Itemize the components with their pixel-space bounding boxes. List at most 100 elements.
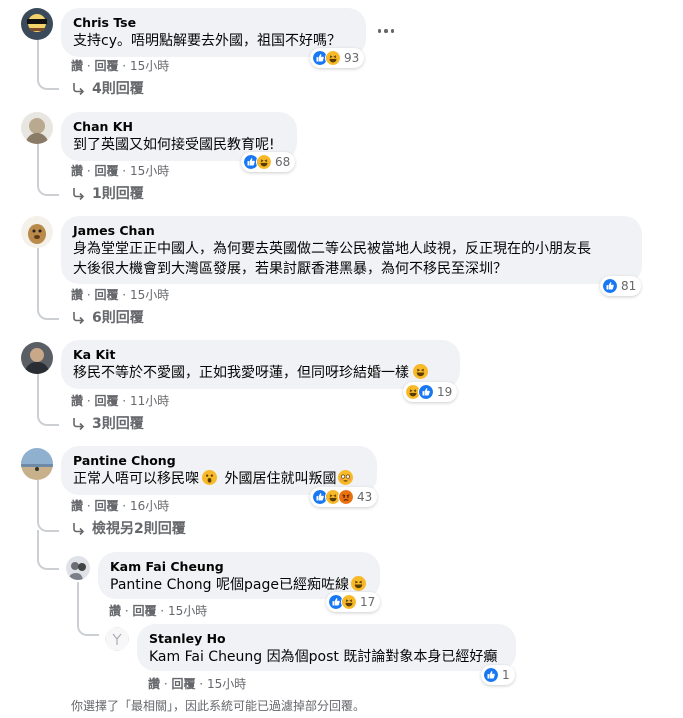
like-link[interactable]: 讚 <box>148 677 160 691</box>
like-icon <box>418 384 434 400</box>
reply-text-content: 呢個page已經痴咗線 <box>216 577 349 593</box>
avatar[interactable] <box>105 627 129 651</box>
thread-line <box>77 582 99 636</box>
reply-author[interactable]: Stanley Ho <box>149 631 504 647</box>
view-replies-label: 6則回覆 <box>92 310 144 326</box>
reply-bubble: Stanley Ho Kam Fai Cheung 因為個post 既討論對象本… <box>137 624 516 671</box>
like-link[interactable]: 讚 <box>71 59 83 73</box>
reply-arrow-icon <box>73 523 85 536</box>
avatar[interactable] <box>66 556 90 580</box>
comment-actions: 讚 · 回覆 · 15小時 <box>71 288 170 302</box>
reply-actions: 讚 · 回覆 · 15小時 <box>148 677 247 691</box>
comment-text-content: 移民不等於不愛國，正如我愛呀蓮，但同呀珍結婚一樣 <box>73 365 409 381</box>
thread-line <box>37 374 59 426</box>
reaction-summary[interactable]: 93 <box>310 48 365 68</box>
reaction-count: 43 <box>357 490 373 504</box>
reaction-count: 93 <box>344 51 360 65</box>
reply-link[interactable]: 回覆 <box>94 394 118 408</box>
timestamp[interactable]: 15小時 <box>130 288 169 302</box>
laughing-emoji-icon <box>350 576 366 591</box>
view-replies-link[interactable]: 1則回覆 <box>72 185 144 203</box>
timestamp[interactable]: 15小時 <box>207 677 246 691</box>
reaction-count: 68 <box>275 155 291 169</box>
comment-text: 移民不等於不愛國，正如我愛呀蓮，但同呀珍結婚一樣 <box>73 363 448 383</box>
reaction-summary[interactable]: 68 <box>241 152 296 172</box>
timestamp[interactable]: 16小時 <box>130 499 169 513</box>
reply-actions: 讚 · 回覆 · 15小時 <box>109 604 208 618</box>
view-replies-label: 1則回覆 <box>92 186 144 202</box>
comment-text: 支持cy。唔明點解要去外國，祖国不好嗎？ <box>73 33 341 49</box>
comment-text-part-2: 外國居住就叫叛國 <box>224 471 337 487</box>
avatar[interactable] <box>21 342 53 374</box>
avatar[interactable] <box>21 8 53 40</box>
reply-author[interactable]: Kam Fai Cheung <box>110 559 368 575</box>
avatar[interactable] <box>21 112 53 144</box>
filter-note: 你選擇了「最相關」，因此系統可能已過濾掉部分回覆。 <box>71 699 366 713</box>
like-link[interactable]: 讚 <box>71 394 83 408</box>
view-replies-link[interactable]: 6則回覆 <box>72 309 144 327</box>
timestamp[interactable]: 15小時 <box>168 604 207 618</box>
reaction-summary[interactable]: 81 <box>600 276 642 296</box>
reply-arrow-icon <box>73 418 85 431</box>
reply-link[interactable]: 回覆 <box>94 499 118 513</box>
reply-link[interactable]: 回覆 <box>94 288 118 302</box>
thread-line <box>37 144 59 196</box>
view-more-replies-link[interactable]: 檢視另2則回覆 <box>72 520 186 538</box>
timestamp[interactable]: 15小時 <box>130 164 169 178</box>
comment-author[interactable]: James Chan <box>73 223 630 239</box>
haha-icon <box>341 594 357 610</box>
reaction-count: 81 <box>621 279 637 293</box>
reply-link[interactable]: 回覆 <box>94 164 118 178</box>
reply-link[interactable]: 回覆 <box>132 604 156 618</box>
reply-arrow-icon <box>73 83 85 96</box>
timestamp[interactable]: 11小時 <box>130 394 169 408</box>
comment-text-line-1: 身為堂堂正正中國人，為何要去英國做二等公民被當地人歧視，反正現在的小朋友長 <box>73 241 591 257</box>
comment-actions: 讚 · 回覆 · 15小時 <box>71 164 170 178</box>
haha-icon <box>325 50 341 66</box>
comment-author[interactable]: Pantine Chong <box>73 453 365 469</box>
comment-text-line-2: 大後很大機會到大灣區發展，若果討厭香港黑暴，為何不移民至深圳？ <box>73 261 507 277</box>
reply-text-content: 因為個post 既討論對象本身已經好癲 <box>266 649 498 665</box>
reaction-count: 17 <box>360 595 376 609</box>
comment-actions: 讚 · 回覆 · 11小時 <box>71 394 170 408</box>
angry-icon <box>338 489 354 505</box>
like-link[interactable]: 讚 <box>109 604 121 618</box>
like-link[interactable]: 讚 <box>71 164 83 178</box>
view-replies-label: 4則回覆 <box>92 81 144 97</box>
thread-line <box>37 480 59 532</box>
like-link[interactable]: 讚 <box>71 288 83 302</box>
reaction-summary[interactable]: 17 <box>326 592 381 612</box>
comment-author[interactable]: Chris Tse <box>73 15 354 31</box>
mentioned-user[interactable]: Kam Fai Cheung <box>149 649 262 665</box>
comment-text: 正常人唔可以移民㗎 外國居住就叫叛國 <box>73 469 365 489</box>
comment-actions: 讚 · 回覆 · 15小時 <box>71 59 170 73</box>
reply-arrow-icon <box>73 312 85 325</box>
comment-text-part-1: 正常人唔可以移民㗎 <box>73 471 199 487</box>
reply-link[interactable]: 回覆 <box>94 59 118 73</box>
comment-author[interactable]: Chan KH <box>73 119 285 135</box>
reaction-summary[interactable]: 19 <box>403 382 458 402</box>
like-link[interactable]: 讚 <box>71 499 83 513</box>
view-replies-link[interactable]: 3則回覆 <box>72 415 144 433</box>
reaction-summary[interactable]: 43 <box>310 487 378 507</box>
comment-bubble: Ka Kit 移民不等於不愛國，正如我愛呀蓮，但同呀珍結婚一樣 <box>61 340 460 389</box>
timestamp[interactable]: 15小時 <box>130 59 169 73</box>
comment-author[interactable]: Ka Kit <box>73 347 448 363</box>
mentioned-user[interactable]: Pantine Chong <box>110 577 212 593</box>
flushed-emoji-icon <box>338 470 354 485</box>
comments-section: Chris Tse 支持cy。唔明點解要去外國，祖国不好嗎？ 93 讚 · 回覆… <box>0 0 683 718</box>
comment-bubble: James Chan 身為堂堂正正中國人，為何要去英國做二等公民被當地人歧視，反… <box>61 216 642 284</box>
reply-text: Pantine Chong 呢個page已經痴咗線 <box>110 575 368 595</box>
laughing-emoji-icon <box>413 364 429 379</box>
surprised-emoji-icon <box>202 470 217 485</box>
avatar[interactable] <box>21 448 53 480</box>
thread-line <box>37 248 59 320</box>
like-icon <box>483 667 499 683</box>
more-options-icon[interactable] <box>373 21 399 41</box>
haha-icon <box>256 154 272 170</box>
view-replies-link[interactable]: 4則回覆 <box>72 80 144 98</box>
avatar[interactable] <box>21 216 53 248</box>
reply-link[interactable]: 回覆 <box>171 677 195 691</box>
reply-arrow-icon <box>73 188 85 201</box>
reaction-summary[interactable]: 1 <box>481 665 515 685</box>
